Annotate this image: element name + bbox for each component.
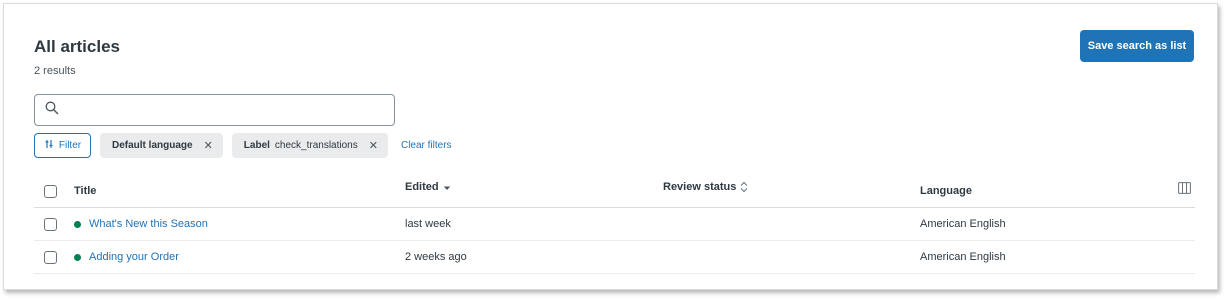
search-box[interactable] [34, 94, 395, 126]
article-title-link[interactable]: Adding your Order [89, 251, 179, 263]
filter-row: Filter Default language ✕ Label check_tr… [34, 133, 452, 158]
table-row[interactable]: What's New this Season last week America… [34, 208, 1195, 241]
sort-descending-icon [443, 181, 451, 196]
column-header-title[interactable]: Title [74, 172, 96, 207]
results-count: 2 results [34, 65, 76, 77]
search-icon [45, 101, 59, 120]
filter-chip-label[interactable]: Label check_translations ✕ [231, 133, 388, 158]
page-title: All articles [34, 37, 120, 56]
clear-filters-link[interactable]: Clear filters [401, 140, 452, 151]
table-header-row: Title Edited Review status Language [34, 172, 1195, 208]
title-cell: Adding your Order [74, 241, 179, 273]
articles-table: Title Edited Review status Language What… [34, 172, 1195, 274]
close-icon[interactable]: ✕ [369, 139, 378, 152]
column-header-label: Edited [405, 181, 439, 193]
row-checkbox[interactable] [44, 251, 57, 264]
language-cell: American English [920, 251, 1006, 263]
filter-sliders-icon [44, 139, 54, 152]
edited-cell: 2 weeks ago [405, 251, 467, 263]
table-row[interactable]: Adding your Order 2 weeks ago American E… [34, 241, 1195, 274]
published-status-dot [74, 253, 81, 261]
sort-icon [740, 181, 748, 196]
close-icon[interactable]: ✕ [204, 139, 213, 152]
article-title-link[interactable]: What's New this Season [89, 218, 208, 230]
search-input[interactable] [65, 95, 394, 125]
filter-button[interactable]: Filter [34, 133, 91, 158]
column-header-edited[interactable]: Edited [405, 172, 451, 207]
filter-button-label: Filter [58, 140, 82, 151]
filter-chip-default-language[interactable]: Default language ✕ [100, 133, 223, 158]
chip-value: check_translations [274, 140, 358, 151]
language-cell: American English [920, 218, 1006, 230]
column-header-review-status[interactable]: Review status [663, 172, 748, 207]
title-cell: What's New this Season [74, 208, 208, 240]
chip-label: Default language [112, 140, 193, 151]
published-status-dot [74, 220, 81, 228]
row-checkbox[interactable] [44, 218, 57, 231]
columns-icon[interactable] [1178, 182, 1191, 197]
edited-cell: last week [405, 218, 451, 230]
save-search-as-list-button[interactable]: Save search as list [1080, 30, 1194, 62]
chip-label: Label [243, 140, 270, 151]
select-all-checkbox[interactable] [44, 185, 57, 198]
articles-panel: All articles 2 results Save search as li… [3, 3, 1218, 290]
column-header-language[interactable]: Language [920, 172, 972, 207]
column-header-label: Review status [663, 181, 737, 193]
